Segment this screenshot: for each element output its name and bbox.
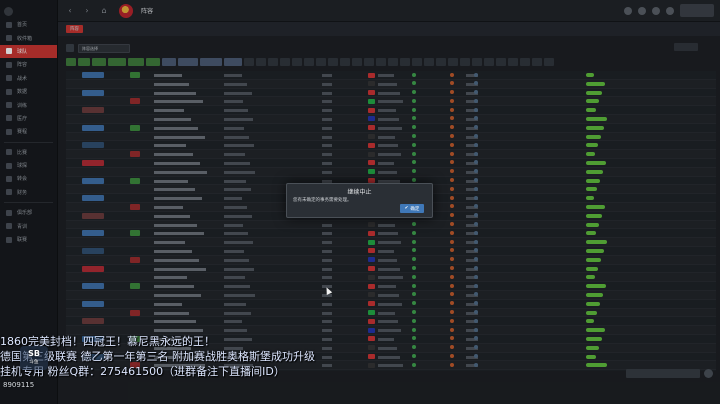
room-id: 8909115	[3, 381, 35, 389]
bottom-options-icon[interactable]	[704, 369, 713, 378]
stream-logo: SB 斗鱼	[20, 346, 48, 370]
check-icon: ✔	[404, 206, 409, 211]
overlay-line-1: 1860完美封档！四冠王！慕尼黑永远的王！	[0, 335, 215, 348]
stream-logo-main: SB	[28, 349, 40, 358]
stream-overlay-text: 1860完美封档！四冠王！慕尼黑永远的王！ 德国第三级联赛 德乙第一年第三名 附…	[0, 334, 440, 384]
ok-button-label: 确定	[410, 206, 420, 212]
continue-blocked-dialog: 继续中止 您有未确定的事务需要处理。 ✔ 确定	[286, 183, 433, 218]
ok-button[interactable]: ✔ 确定	[400, 204, 424, 213]
dialog-title: 继续中止	[347, 189, 372, 196]
overlay-line-2: 德国第三级联赛 德乙第一年第三名 附加赛战胜奥格斯堡成功升级	[0, 350, 315, 363]
dialog-message: 您有未确定的事务需要处理。	[293, 198, 352, 203]
bottom-status-bar[interactable]	[626, 369, 700, 378]
stream-logo-sub: 斗鱼	[29, 360, 39, 365]
overlay-line-3: 挂机专用 粉丝Q群：275461500（进群备注下直播间ID）	[0, 365, 285, 378]
